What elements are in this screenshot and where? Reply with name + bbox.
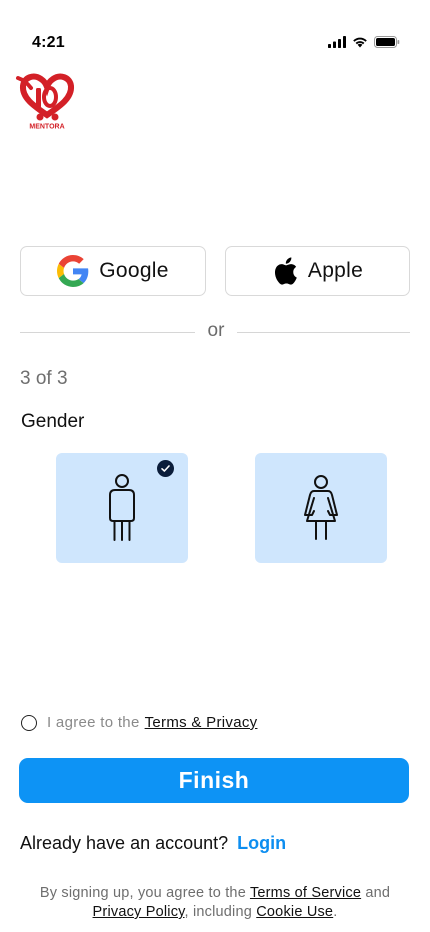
terms-privacy-link[interactable]: Terms & Privacy (145, 714, 258, 731)
legal-text: By signing up, you agree to the Terms of… (10, 884, 420, 922)
account-prompt: Already have an account? (20, 833, 229, 853)
google-icon (57, 255, 89, 287)
google-signin-button[interactable]: Google (20, 246, 206, 296)
divider-line-right (237, 332, 410, 333)
selected-check-icon (157, 460, 174, 477)
agree-text: I agree to the (47, 714, 140, 731)
gender-label: Gender (21, 411, 85, 432)
gender-option-female[interactable] (255, 453, 387, 563)
status-time: 4:21 (32, 34, 65, 51)
battery-icon (374, 36, 400, 48)
step-indicator: 3 of 3 (20, 368, 68, 389)
legal-prefix: By signing up, you agree to the (39, 885, 246, 901)
agree-radio[interactable] (21, 714, 37, 731)
terms-of-service-link[interactable]: Terms of Service (250, 885, 361, 901)
male-icon (109, 474, 135, 541)
logo-text: MENTORA (29, 124, 64, 131)
cookie-use-link[interactable]: Cookie Use (256, 904, 333, 920)
google-label: Google (99, 259, 169, 282)
agree-terms-row: I agree to the Terms & Privacy (21, 714, 257, 731)
apple-label: Apple (307, 259, 364, 282)
apple-signin-button[interactable]: Apple (225, 246, 410, 296)
login-link[interactable]: Login (237, 833, 286, 853)
legal-including: , including (184, 904, 253, 920)
legal-and: and (365, 885, 391, 901)
heart-logo-icon: MENTORA (16, 73, 74, 131)
app-logo: MENTORA (14, 70, 80, 132)
account-row: Already have an account? Login (20, 833, 286, 854)
finish-button[interactable]: Finish (19, 758, 409, 803)
gender-option-male[interactable] (56, 453, 188, 563)
apple-icon (274, 257, 297, 285)
divider-or: or (207, 320, 225, 341)
privacy-policy-link[interactable]: Privacy Policy (93, 904, 185, 920)
legal-end: . (333, 904, 338, 920)
female-icon (304, 475, 338, 540)
wifi-icon (353, 37, 367, 48)
divider-line-left (20, 332, 195, 333)
status-icons (328, 36, 400, 48)
status-bar: 4:21 (0, 0, 430, 60)
signal-icon (328, 36, 346, 48)
